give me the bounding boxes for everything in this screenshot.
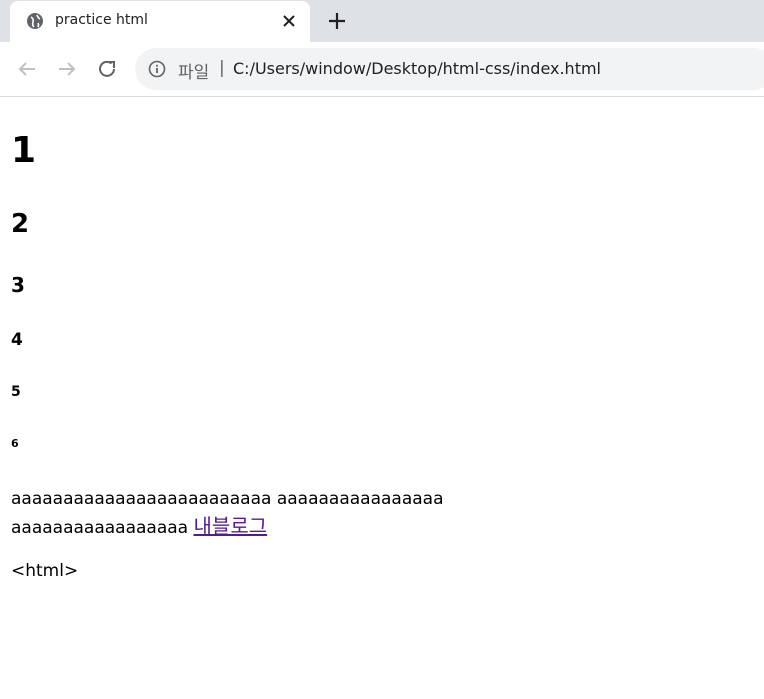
address-separator: | xyxy=(219,58,225,78)
heading-2: 2 xyxy=(11,209,30,239)
tab-title: practice html xyxy=(55,12,148,28)
blog-link[interactable]: 내블로그 xyxy=(194,514,268,538)
heading-1: 1 xyxy=(11,130,37,171)
globe-icon xyxy=(27,13,43,29)
url-text[interactable]: C:/Users/window/Desktop/html-css/index.h… xyxy=(233,59,601,78)
heading-6: 6 xyxy=(11,437,19,450)
tab-strip: practice html xyxy=(0,0,764,42)
tab-practice-html[interactable]: practice html xyxy=(10,1,310,42)
html-tag-text: <html> xyxy=(11,561,79,581)
forward-arrow-icon[interactable] xyxy=(55,57,79,81)
close-tab-icon[interactable] xyxy=(280,12,298,30)
heading-5: 5 xyxy=(11,384,21,400)
reload-icon[interactable] xyxy=(95,57,119,81)
paragraph: aaaaaaaaaaaaaaaaaaaaaaaaa aaaaaaaaaaaaaa… xyxy=(11,486,481,542)
heading-3: 3 xyxy=(11,273,25,297)
info-icon[interactable] xyxy=(148,60,166,78)
back-arrow-icon[interactable] xyxy=(15,57,39,81)
security-chip-label: 파일 xyxy=(178,63,210,83)
heading-4: 4 xyxy=(11,330,23,350)
address-bar[interactable]: 파일 | C:/Users/window/Desktop/html-css/in… xyxy=(135,48,764,90)
new-tab-icon[interactable] xyxy=(326,10,348,32)
browser-toolbar: 파일 | C:/Users/window/Desktop/html-css/in… xyxy=(0,42,764,97)
